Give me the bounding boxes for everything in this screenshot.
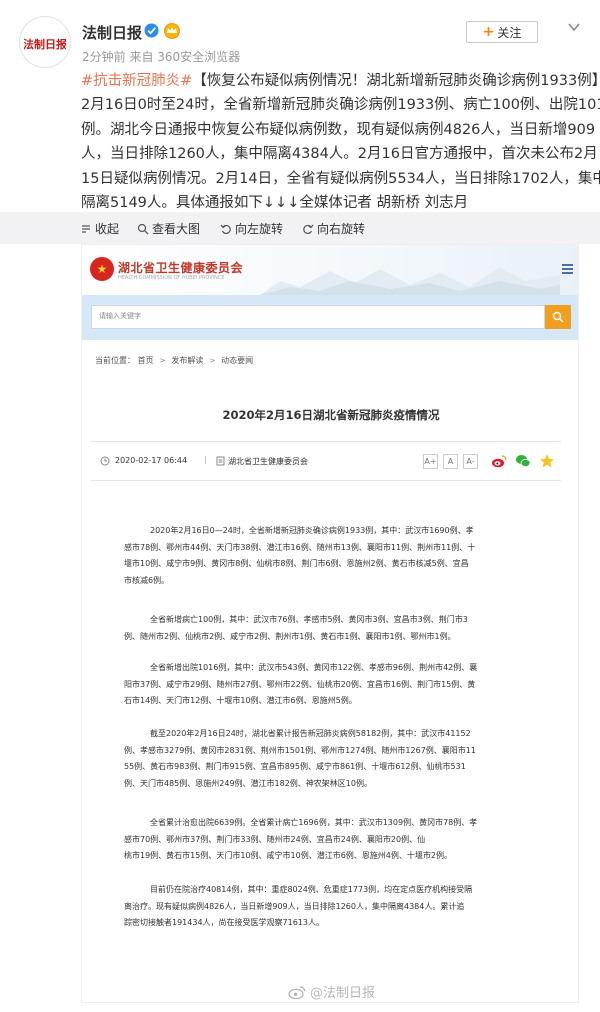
avatar-logo: 法制日报 xyxy=(24,21,66,63)
post-line: 例。湖北今日通报中恢复公布疑似病例数，现有疑似病例4826人，当日新增909 xyxy=(81,121,596,138)
breadcrumb-home[interactable]: 首页 xyxy=(138,356,154,365)
avatar[interactable]: 法制日报 xyxy=(19,16,71,68)
search-icon xyxy=(552,311,564,323)
article-paragraph: 全省新增出院1016例，其中：武汉市543例、黄冈市122例、孝感市96例、荆州… xyxy=(124,660,536,710)
favorite-star-icon[interactable] xyxy=(539,453,555,469)
follow-button[interactable]: + 关注 xyxy=(466,21,538,43)
rotate-right-button[interactable]: 向右旋转 xyxy=(302,220,365,237)
paragraph-line: 石市14例、天门市12例、十堰市10例、潜江市6例、恩施州5例。 xyxy=(124,696,357,706)
paragraph-line: 2020年2月16日0—24时，全省新增新冠肺炎确诊病例1933例，其中：武汉市… xyxy=(150,526,474,535)
image-toolbar: 收起 查看大图 向左旋转 向右旋转 xyxy=(0,212,600,244)
rotate-left-label: 向左旋转 xyxy=(235,222,284,236)
wechat-share-icon[interactable] xyxy=(515,453,531,469)
article-paragraph: 全省新增病亡100例，其中：武汉市76例、孝感市5例、黄冈市3例、宜昌市3例、荆… xyxy=(124,612,536,645)
hashtag-link[interactable]: #抗击新冠肺炎# xyxy=(81,73,192,89)
article-info-row: 2020-02-17 06:44 | 湖北省卫生健康委员会 A+ A A- xyxy=(91,441,561,481)
publish-source: 湖北省卫生健康委员会 xyxy=(228,457,308,466)
vip-crown-icon xyxy=(163,22,181,39)
font-smaller-button[interactable]: A- xyxy=(463,454,478,469)
post-meta: 2分钟前 来自 360安全浏览器 xyxy=(82,50,241,64)
svg-text:法制日报: 法制日报 xyxy=(24,37,66,51)
publish-date: 2020-02-17 06:44 xyxy=(115,456,188,465)
article-title: 2020年2月16日湖北省新冠肺炎疫情情况 xyxy=(222,408,440,422)
chevron-down-icon[interactable] xyxy=(566,19,582,35)
paragraph-line: 55例、黄石市983例、荆门市915例、宜昌市895例、咸宁市861例、十堰市6… xyxy=(124,762,466,772)
paragraph-line: 堰市10例、咸宁市9例、黄冈市8例、仙桃市8例、荆门市6例、恩施州2例、黄石市核… xyxy=(124,559,469,569)
post-text: #抗击新冠肺炎#【恢复公布疑似病例情况！湖北新增新冠肺炎确诊病例1933例】 2… xyxy=(81,69,600,215)
rotate-right-icon xyxy=(303,224,314,234)
site-title[interactable]: 湖北省卫生健康委员会 xyxy=(118,259,243,276)
paragraph-line: 市核减6例。 xyxy=(124,575,170,585)
verified-icon xyxy=(144,23,159,38)
paragraph-line: 桃市19例、黄石市15例、天门市10例、咸宁市10例、潜江市6例、恩施州4例、十… xyxy=(124,851,452,861)
attached-image[interactable]: ★ 湖北省卫生健康委员会 HEALTH COMMISSION OF HUBEI … xyxy=(81,244,579,1003)
site-subtitle: HEALTH COMMISSION OF HUBEI PROVINCE xyxy=(118,275,225,281)
post-line-text: 【恢复公布疑似病例情况！湖北新增新冠肺炎确诊病例1933例】 xyxy=(192,73,600,89)
national-emblem-icon: ★ xyxy=(90,257,114,281)
paragraph-line: 感市78例、鄂州市44例、天门市38例、潜江市16例、随州市13例、襄阳市11例… xyxy=(124,542,476,552)
view-large-label: 查看大图 xyxy=(152,222,201,236)
plus-icon: + xyxy=(482,24,495,40)
paragraph-line: 例、天门市485例、恩施州249例、潜江市182例、神农架林区10例。 xyxy=(124,778,372,788)
clock-icon xyxy=(100,456,110,466)
breadcrumb-news[interactable]: 动态要闻 xyxy=(221,356,253,365)
avatar-logo-icon: 法制日报 xyxy=(24,22,66,62)
article-paragraph: 全省累计治愈出院6639例。全省累计病亡1696例，其中：武汉市1309例、黄冈… xyxy=(124,815,536,865)
paragraph-line: 目前仍在院治疗40814例，其中：重症8024例、危重症1773例，均在定点医疗… xyxy=(150,885,473,894)
collapse-icon xyxy=(82,224,90,233)
search-input[interactable] xyxy=(91,305,545,329)
paragraph-line: 踪密切接触者191434人，尚在接受医学观察71613人。 xyxy=(124,918,324,928)
follow-label: 关注 xyxy=(497,25,522,40)
collapse-label: 收起 xyxy=(95,222,120,236)
paragraph-line: 全省新增出院1016例，其中：武汉市543例、黄冈市122例、孝感市96例、荆州… xyxy=(150,663,478,672)
info-divider: | xyxy=(204,455,207,464)
font-normal-button[interactable]: A xyxy=(443,454,458,469)
rotate-left-icon xyxy=(220,224,231,234)
weibo-watermark-icon xyxy=(288,985,306,999)
post-header: 法制日报 法制日报 + 关注 2分钟前 来自 360安全浏览器 xyxy=(0,0,600,70)
site-header: ★ 湖北省卫生健康委员会 HEALTH COMMISSION OF HUBEI … xyxy=(82,245,578,295)
breadcrumb: 当前位置： 首页 > 发布解读 > 动态要闻 xyxy=(95,355,253,366)
paragraph-line: 感市70例、鄂州市37例、荆门市33例、随州市24例、宜昌市24例、襄阳市20例… xyxy=(124,834,426,844)
paragraph-line: 截至2020年2月16日24时，湖北省累计报告新冠肺炎病例58182例，其中：武… xyxy=(150,729,471,738)
search-placeholder: 请输入关键字 xyxy=(99,312,141,320)
breadcrumb-prefix: 当前位置： xyxy=(95,356,135,365)
watermark: @法制日报 xyxy=(288,982,375,1001)
paragraph-line: 例、随州市2例、仙桃市2例、咸宁市2例、荆州市1例、黄石市1例、襄阳市1例、鄂州… xyxy=(124,631,456,641)
article-paragraph: 截至2020年2月16日24时，湖北省累计报告新冠肺炎病例58182例，其中：武… xyxy=(124,726,536,792)
paragraph-line: 离治疗。现有疑似病例4826人，当日新增909人，当日排除1260人，集中隔离4… xyxy=(124,901,465,911)
weibo-share-icon[interactable] xyxy=(491,453,507,469)
source-icon xyxy=(216,456,225,466)
breadcrumb-separator: > xyxy=(159,356,166,365)
post-line: #抗击新冠肺炎#【恢复公布疑似病例情况！湖北新增新冠肺炎确诊病例1933例】 xyxy=(81,69,600,93)
view-large-button[interactable]: 查看大图 xyxy=(137,220,200,237)
collapse-button[interactable]: 收起 xyxy=(80,220,119,237)
paragraph-line: 全省新增病亡100例，其中：武汉市76例、孝感市5例、黄冈市3例、宜昌市3例、荆… xyxy=(150,615,468,624)
menu-icon[interactable] xyxy=(562,264,573,274)
breadcrumb-release[interactable]: 发布解读 xyxy=(171,356,203,365)
magnifier-icon xyxy=(137,223,149,234)
mountain-skyline-graphic xyxy=(260,267,560,295)
search-button[interactable] xyxy=(545,305,571,329)
paragraph-line: 全省累计治愈出院6639例。全省累计病亡1696例，其中：武汉市1309例、黄冈… xyxy=(150,818,478,827)
paragraph-line: 例、孝感市3279例、黄冈市2831例、荆州市1501例、鄂州市1274例、随州… xyxy=(124,745,476,755)
author-name[interactable]: 法制日报 xyxy=(82,22,142,43)
breadcrumb-separator: > xyxy=(208,356,216,365)
article-paragraph: 2020年2月16日0—24时，全省新增新冠肺炎确诊病例1933例，其中：武汉市… xyxy=(124,523,536,589)
post-line: 15日疑似病例情况。2月14日，全省有疑似病例5534人，当日排除1702人，集… xyxy=(81,170,600,187)
rotate-left-button[interactable]: 向左旋转 xyxy=(220,220,283,237)
post-line: 2月16日0时至24时，全省新增新冠肺炎确诊病例1933例、病亡100例、出院1… xyxy=(81,97,600,114)
rotate-right-label: 向右旋转 xyxy=(317,222,366,236)
paragraph-line: 阳市37例、咸宁市29例、随州市27例、鄂州市22例、仙桃市20例、宜昌市16例… xyxy=(124,679,476,689)
post-line: 人，当日排除1260人，集中隔离4384人。2月16日官方通报中，首次未公布2月 xyxy=(81,146,598,163)
article-paragraph: 目前仍在院治疗40814例，其中：重症8024例、危重症1773例，均在定点医疗… xyxy=(124,882,536,932)
watermark-text: @法制日报 xyxy=(310,986,376,1001)
font-larger-button[interactable]: A+ xyxy=(423,454,438,469)
